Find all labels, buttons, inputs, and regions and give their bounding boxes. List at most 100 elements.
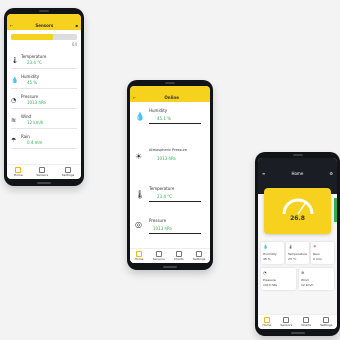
thermometer-icon: 🌡 (11, 57, 19, 64)
tile-pressure[interactable]: ◔ Pressure 1013 hPa (261, 268, 296, 290)
nav-item-settings[interactable]: Settings (193, 250, 205, 262)
sensor-value: 23.4 °C (27, 60, 42, 65)
sensor-label: Temperature (149, 186, 175, 191)
sensor-label: Wind (21, 114, 32, 119)
sensor-label: Pressure (21, 94, 39, 99)
app-bar: ← Sensors ▪ (7, 20, 81, 30)
sensor-label: Atmospheric Pressure (149, 148, 188, 152)
sensor-row[interactable]: ☂ Rain 0.4 mm (11, 134, 77, 149)
sensor-block[interactable]: 🌡 Temperature 23.4 °C (135, 186, 205, 216)
tile-value: 23 °C (288, 257, 297, 261)
phone-speaker (292, 154, 303, 156)
tile-rain[interactable]: ☂ Rain 0 mm (311, 242, 334, 264)
header-bar: ≡ Home ⚙ (258, 168, 337, 178)
settings-icon[interactable]: ⚙ (329, 171, 333, 176)
nav-label: Sensors (36, 172, 49, 177)
tile-value: 45 % (263, 257, 271, 261)
sensor-row[interactable]: ≋ Wind 12 km/h (11, 114, 77, 129)
page-title: Online (164, 94, 179, 100)
tile-value: 12 km/h (301, 283, 314, 287)
phone-dashboard: ≡ Home ⚙ 26.8 💧 Humidity 45 % 🌡 Temperat… (255, 152, 340, 336)
pressure-icon: ◔ (263, 270, 267, 275)
menu-icon[interactable]: ▪ (75, 23, 78, 28)
sensor-block[interactable]: ◎ Pressure 1013 hPa (135, 218, 205, 248)
wind-icon: ≋ (11, 117, 17, 124)
app-bar: ← Online (130, 92, 210, 102)
nav-item-sensors[interactable]: Sensors (280, 316, 293, 328)
sensor-value: 0.4 mm (27, 140, 43, 145)
sensor-label: Pressure (149, 218, 167, 223)
home-indicator (290, 332, 305, 334)
home-indicator (37, 182, 51, 184)
nav-label: Home (262, 322, 272, 327)
sensor-value: 45 % (27, 80, 38, 85)
nav-label: Settings (320, 322, 333, 327)
humidity-icon: 💧 (11, 77, 19, 84)
brightness-slider[interactable] (11, 34, 77, 40)
sensor-row[interactable]: ◔ Pressure 1013 hPa (11, 94, 77, 109)
brightness-fill (11, 34, 54, 40)
nav-label: Charts (301, 322, 312, 327)
nav-label: Sensors (280, 322, 293, 327)
pressure-icon: ◔ (11, 97, 17, 104)
nav-item-home[interactable]: Home (135, 250, 144, 262)
wind-icon: ≋ (301, 270, 305, 275)
nav-item-sensors[interactable]: Sensors (36, 166, 49, 178)
nav-label: Charts (173, 256, 184, 261)
tile-humidity[interactable]: 💧 Humidity 45 % (261, 242, 284, 264)
nav-item-home[interactable]: Home (13, 166, 23, 178)
nav-label: Home (13, 172, 23, 177)
gauge-icon: ◎ (135, 220, 142, 229)
tile-value: 0 mm (313, 257, 322, 261)
rain-icon: ☂ (11, 137, 17, 144)
sensor-value: 23.4 °C (157, 194, 172, 199)
sun-icon: ☀ (135, 152, 143, 161)
underline (149, 123, 201, 124)
menu-icon[interactable]: ≡ (262, 171, 265, 176)
nav-item-home[interactable]: Home (262, 316, 272, 328)
back-arrow-icon[interactable]: ← (133, 95, 136, 100)
sensor-value: 1013 hPa (157, 156, 176, 161)
page-title: Sensors (35, 22, 54, 28)
gauge-card: 26.8 (264, 188, 331, 234)
sensor-row[interactable]: 💧 Humidity 45 % (11, 74, 77, 89)
phone-online-sensors: ← Online 💧 Humidity 45.1 % ☀ Atmospheric… (127, 80, 213, 270)
nav-item-charts[interactable]: Charts (173, 250, 184, 262)
phone-screen: ≡ Home ⚙ 26.8 💧 Humidity 45 % 🌡 Temperat… (258, 158, 337, 329)
home-indicator (163, 266, 177, 268)
bottom-nav: Home Sensors Settings (7, 164, 81, 179)
phone-screen: ← Sensors ▪ 64 🌡 Temperature 23.4 °C 💧 H… (7, 14, 81, 179)
thermometer-icon: 🌡 (135, 190, 146, 199)
phone-speaker (165, 82, 175, 84)
tile-wind[interactable]: ≋ Wind 12 km/h (299, 268, 334, 290)
sensor-label: Humidity (149, 108, 168, 113)
sensor-block[interactable]: ☀ Atmospheric Pressure 1013 hPa (135, 148, 205, 178)
nav-item-sensors[interactable]: Sensors (152, 250, 165, 262)
phone-screen: ← Online 💧 Humidity 45.1 % ☀ Atmospheric… (130, 86, 210, 263)
sensor-value: 1013 hPa (27, 100, 46, 105)
drop-icon: 💧 (135, 112, 145, 121)
brightness-value: 64 (71, 42, 77, 47)
sensor-row[interactable]: 🌡 Temperature 23.4 °C (11, 54, 77, 69)
underline (149, 233, 201, 234)
nav-label: Sensors (152, 256, 165, 261)
sensor-label: Rain (21, 134, 30, 139)
nav-item-settings[interactable]: Settings (320, 316, 333, 328)
gauge-value: 26.8 (290, 215, 305, 222)
rain-icon: ☂ (313, 244, 317, 249)
nav-label: Settings (61, 172, 75, 177)
phone-speaker (39, 10, 49, 12)
page-title: Home (291, 170, 304, 176)
nav-item-charts[interactable]: Charts (301, 316, 312, 328)
nav-item-settings[interactable]: Settings (61, 166, 75, 178)
sensor-value: 45.1 % (157, 116, 171, 121)
sensor-block[interactable]: 💧 Humidity 45.1 % (135, 108, 205, 138)
bottom-nav: Home Sensors Charts Settings (130, 248, 210, 263)
bottom-nav: Home Sensors Charts Settings (258, 314, 337, 329)
drop-icon: 💧 (263, 244, 268, 249)
back-arrow-icon[interactable]: ← (10, 23, 13, 28)
tile-value: 1013 hPa (263, 283, 278, 287)
sensor-value: 1013 hPa (153, 226, 172, 231)
sensor-value: 12 km/h (27, 120, 44, 125)
tile-temperature[interactable]: 🌡 Temperature 23 °C (286, 242, 309, 264)
